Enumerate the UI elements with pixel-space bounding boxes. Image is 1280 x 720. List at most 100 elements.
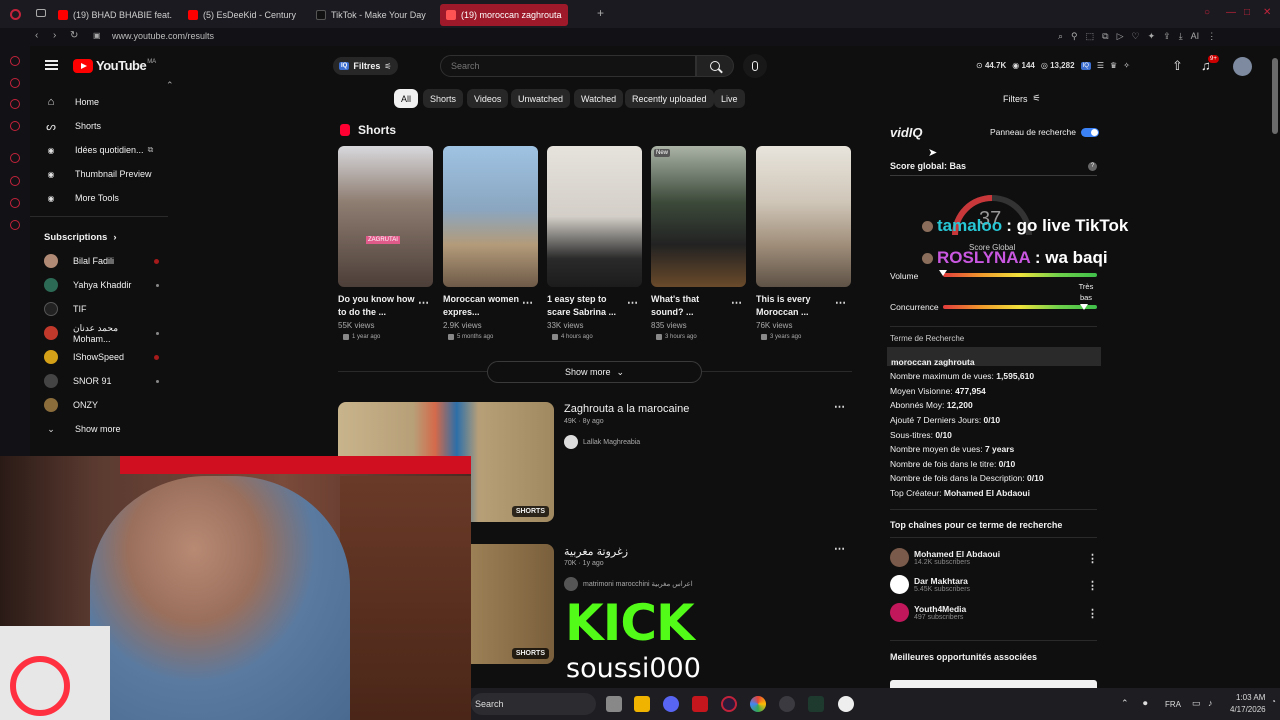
more-options-icon[interactable]: ⋯: [834, 542, 845, 555]
opportunities-button[interactable]: [890, 680, 1097, 688]
rail-whatsapp-icon[interactable]: [10, 99, 20, 109]
more-options-icon[interactable]: ⋯: [522, 296, 533, 309]
sidebar-item-idees[interactable]: ◉ Idées quotidien... ⧉: [44, 143, 154, 157]
short-thumbnail[interactable]: [443, 146, 538, 287]
subscription-bilal-fadili[interactable]: Bilal Fadili: [44, 254, 159, 268]
zoom-icon[interactable]: ⌕: [1058, 31, 1063, 42]
rail-history-icon[interactable]: [10, 176, 20, 186]
subscription-yahya-khaddir[interactable]: Yahya Khaddir: [44, 278, 159, 292]
discord-icon[interactable]: [663, 696, 679, 712]
short-card[interactable]: New What's that sound? ... 835 views 3 h…: [651, 146, 746, 340]
task-view-icon[interactable]: [606, 696, 622, 712]
file-explorer-icon[interactable]: [634, 696, 650, 712]
rail-player-icon[interactable]: [10, 153, 20, 163]
search-panel-toggle[interactable]: Panneau de recherche: [990, 127, 1100, 137]
rail-messenger-icon[interactable]: [10, 78, 20, 88]
url-field[interactable]: www.youtube.com/results: [112, 31, 214, 41]
video-title[interactable]: زغروتة مغربية: [564, 545, 628, 558]
toggle-switch[interactable]: [1081, 127, 1100, 137]
heart-icon[interactable]: ♡: [1132, 31, 1140, 42]
ai-icon[interactable]: AI: [1191, 31, 1200, 42]
short-thumbnail[interactable]: ZAGRUTAI: [338, 146, 433, 287]
search-button[interactable]: [696, 55, 734, 77]
keyboard-language[interactable]: FRA: [1165, 700, 1181, 709]
forward-icon[interactable]: ›: [53, 31, 56, 41]
app-icon[interactable]: [808, 696, 824, 712]
subscription-mohamed-adnan[interactable]: محمد عدنان Moham...: [44, 323, 159, 344]
shorts-show-more-button[interactable]: Show more ⌄: [487, 361, 702, 383]
voice-search-button[interactable]: [743, 54, 767, 78]
sidebar-show-more[interactable]: ⌄ Show more: [44, 422, 120, 436]
tab-esdeekid[interactable]: (5) EsDeeKid - Century -: [188, 4, 298, 26]
list-icon[interactable]: ☰: [1097, 61, 1104, 70]
youtube-logo[interactable]: YouTube MA: [73, 58, 156, 73]
subscription-onzy[interactable]: ONZY: [44, 398, 159, 412]
reload-icon[interactable]: ↻: [70, 31, 78, 41]
subscriptions-header[interactable]: Subscriptions ›: [44, 230, 117, 244]
network-icon[interactable]: ▭: [1192, 698, 1201, 709]
video-title[interactable]: Zaghrouta a la marocaine: [564, 403, 689, 415]
chip-videos[interactable]: Videos: [467, 89, 509, 108]
top-channel-item[interactable]: Dar Makhtara 5.45K subscribers: [890, 575, 970, 594]
chip-shorts[interactable]: Shorts: [423, 89, 464, 108]
more-options-icon[interactable]: ⋮: [1087, 579, 1098, 592]
chip-all[interactable]: All: [394, 89, 419, 108]
notifications-center-icon[interactable]: ◔: [1271, 697, 1276, 706]
top-channel-item[interactable]: Mohamed El Abdaoui 14.2K subscribers: [890, 548, 1000, 567]
more-options-icon[interactable]: ⋯: [627, 296, 638, 309]
chrome-icon[interactable]: [750, 696, 766, 712]
short-card[interactable]: ZAGRUTAI Do you know how to do the ... 5…: [338, 146, 433, 340]
sidebar-item-shorts[interactable]: ᔕ Shorts: [44, 119, 101, 133]
amd-icon[interactable]: [692, 696, 708, 712]
clock-date[interactable]: 4/17/2026: [1230, 705, 1266, 714]
rail-settings-icon[interactable]: [10, 220, 20, 230]
hamburger-menu-icon[interactable]: [45, 60, 58, 70]
chip-watched[interactable]: Watched: [574, 89, 624, 108]
sidebar-item-thumbnail-preview[interactable]: ◉ Thumbnail Preview: [44, 167, 152, 181]
short-thumbnail[interactable]: New: [651, 146, 746, 287]
taskbar-search[interactable]: Search: [471, 693, 596, 715]
short-card[interactable]: Moroccan women expres... 2.9K views 5 mo…: [443, 146, 538, 340]
short-thumbnail[interactable]: [547, 146, 642, 287]
close-window-icon[interactable]: ✕: [1263, 8, 1271, 18]
more-options-icon[interactable]: ⋯: [418, 296, 429, 309]
tab-bhad-bhabie[interactable]: (19) BHAD BHABIE feat. Li: [58, 4, 173, 26]
search-input[interactable]: [440, 55, 696, 77]
top-channel-item[interactable]: Youth4Media 497 subscribers: [890, 603, 966, 622]
collapse-up-icon[interactable]: ⌃: [166, 80, 174, 90]
video-channel[interactable]: matrimoni marocchini اعراس مغربية: [564, 577, 693, 591]
crown-icon[interactable]: ♛: [1110, 61, 1117, 70]
chip-recently-uploaded[interactable]: Recently uploaded: [625, 89, 714, 108]
help-icon[interactable]: ?: [1088, 161, 1097, 171]
extension-icon[interactable]: ⧉: [1102, 31, 1108, 42]
obs-icon[interactable]: [779, 696, 795, 712]
volume-icon[interactable]: ♪: [1208, 698, 1213, 708]
back-icon[interactable]: ‹: [35, 31, 38, 41]
app-icon[interactable]: [838, 696, 854, 712]
short-card[interactable]: This is every Moroccan ... 76K views 3 y…: [756, 146, 851, 340]
filters-right-button[interactable]: Filters ⚟: [1003, 93, 1041, 104]
more-options-icon[interactable]: ⋯: [731, 296, 742, 309]
menu-icon[interactable]: ⋮: [1207, 31, 1216, 42]
puzzle-icon[interactable]: ✦: [1148, 31, 1156, 42]
tray-chevron-icon[interactable]: ⌃: [1121, 698, 1129, 709]
short-card[interactable]: 1 easy step to scare Sabrina ... 33K vie…: [547, 146, 642, 340]
upload-icon[interactable]: ⇧: [1172, 58, 1183, 74]
sidebar-item-home[interactable]: ⌂ Home: [44, 95, 99, 109]
opera-logo-icon[interactable]: [10, 9, 21, 20]
rail-extensions-icon[interactable]: [10, 198, 20, 208]
subscription-snor-91[interactable]: SNOR 91: [44, 374, 159, 388]
tray-mic-icon[interactable]: ⏺: [1143, 698, 1148, 709]
tab-moroccan-zaghrouta[interactable]: (19) moroccan zaghrouta: [440, 4, 568, 26]
share-icon[interactable]: ⇪: [1163, 31, 1171, 42]
rail-music-icon[interactable]: [10, 121, 20, 131]
video-channel[interactable]: Lallak Maghreabia: [564, 435, 640, 449]
sparkle-icon[interactable]: ✧: [1123, 61, 1130, 70]
sidebar-item-more-tools[interactable]: ◉ More Tools: [44, 191, 119, 205]
screenshot-icon[interactable]: ⬚: [1086, 31, 1095, 42]
new-tab-icon[interactable]: +: [597, 7, 604, 19]
opera-taskbar-icon[interactable]: [721, 696, 737, 712]
search-tabs-icon[interactable]: ○: [1204, 8, 1210, 18]
clock-time[interactable]: 1:03 AM: [1236, 693, 1265, 702]
download-icon[interactable]: ⤓: [1179, 31, 1183, 42]
